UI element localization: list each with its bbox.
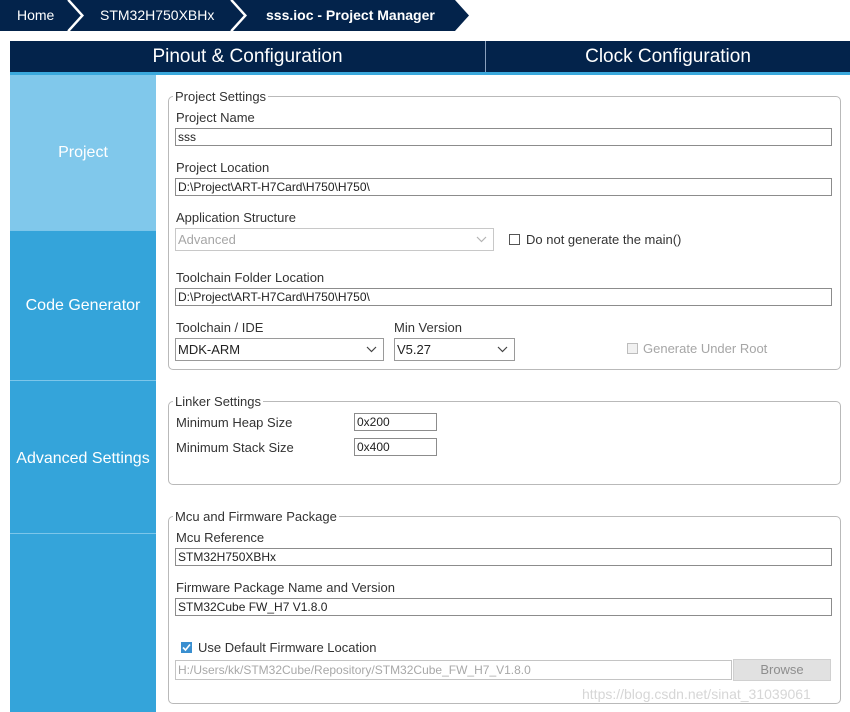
breadcrumb-current[interactable]: sss.ioc - Project Manager <box>266 0 435 31</box>
firmware-location-field[interactable]: H:/Users/kk/STM32Cube/Repository/STM32Cu… <box>175 660 732 680</box>
chevron-down-icon <box>476 236 487 243</box>
min-heap-size-field[interactable]: 0x200 <box>354 413 437 431</box>
chevron-down-icon <box>366 346 377 353</box>
toolchain-ide-value: MDK-ARM <box>178 342 241 357</box>
breadcrumb-home[interactable]: Home <box>17 0 54 31</box>
generate-under-root-label: Generate Under Root <box>643 341 768 356</box>
sidebar-item-label: Code Generator <box>25 297 141 314</box>
use-default-firmware-checkbox[interactable] <box>181 642 192 653</box>
toolchain-folder-label: Toolchain Folder Location <box>176 270 325 285</box>
sidebar-item-label: Project <box>58 144 108 161</box>
firmware-package-field[interactable]: STM32Cube FW_H7 V1.8.0 <box>175 598 832 616</box>
tab-clock-configuration[interactable]: Clock Configuration <box>486 41 850 72</box>
sidebar: Project Code Generator Advanced Settings <box>10 75 156 712</box>
sidebar-item-label: Advanced Settings <box>16 450 150 467</box>
toolchain-folder-field[interactable]: D:\Project\ART-H7Card\H750\H750\ <box>175 288 832 306</box>
do-not-generate-main-checkbox[interactable] <box>509 234 520 245</box>
project-name-field[interactable]: sss <box>175 128 832 146</box>
application-structure-select[interactable]: Advanced <box>175 228 494 251</box>
watermark: https://blog.csdn.net/sinat_31039061 <box>582 686 811 702</box>
checkmark-icon <box>182 643 191 652</box>
use-default-firmware-label: Use Default Firmware Location <box>198 640 377 655</box>
min-heap-size-label: Minimum Heap Size <box>176 415 293 430</box>
top-tabs: Pinout & Configuration Clock Configurati… <box>10 41 850 72</box>
project-location-label: Project Location <box>176 160 270 175</box>
min-version-label: Min Version <box>394 320 462 335</box>
application-structure-label: Application Structure <box>176 210 296 225</box>
project-name-label: Project Name <box>176 110 255 125</box>
firmware-package-label: Firmware Package Name and Version <box>176 580 395 595</box>
generate-under-root-checkbox[interactable] <box>627 343 638 354</box>
project-settings-legend: Project Settings <box>173 89 269 104</box>
min-stack-size-label: Minimum Stack Size <box>176 440 294 455</box>
min-version-select[interactable]: V5.27 <box>394 338 515 361</box>
mcu-reference-field[interactable]: STM32H750XBHx <box>175 548 832 566</box>
chevron-down-icon <box>497 346 508 353</box>
mcu-firmware-legend: Mcu and Firmware Package <box>173 509 339 524</box>
toolchain-ide-select[interactable]: MDK-ARM <box>175 338 384 361</box>
breadcrumb: Home STM32H750XBHx sss.ioc - Project Man… <box>0 0 850 31</box>
min-version-value: V5.27 <box>397 342 431 357</box>
project-location-field[interactable]: D:\Project\ART-H7Card\H750\H750\ <box>175 178 832 196</box>
sidebar-divider <box>10 533 156 534</box>
breadcrumb-device[interactable]: STM32H750XBHx <box>100 0 214 31</box>
browse-button[interactable]: Browse <box>733 659 831 681</box>
tab-pinout-configuration[interactable]: Pinout & Configuration <box>10 41 485 72</box>
min-stack-size-field[interactable]: 0x400 <box>354 438 437 456</box>
application-structure-value: Advanced <box>178 232 236 247</box>
do-not-generate-main-label: Do not generate the main() <box>526 232 682 247</box>
toolchain-ide-label: Toolchain / IDE <box>176 320 264 335</box>
mcu-reference-label: Mcu Reference <box>176 530 265 545</box>
linker-settings-legend: Linker Settings <box>173 394 263 409</box>
